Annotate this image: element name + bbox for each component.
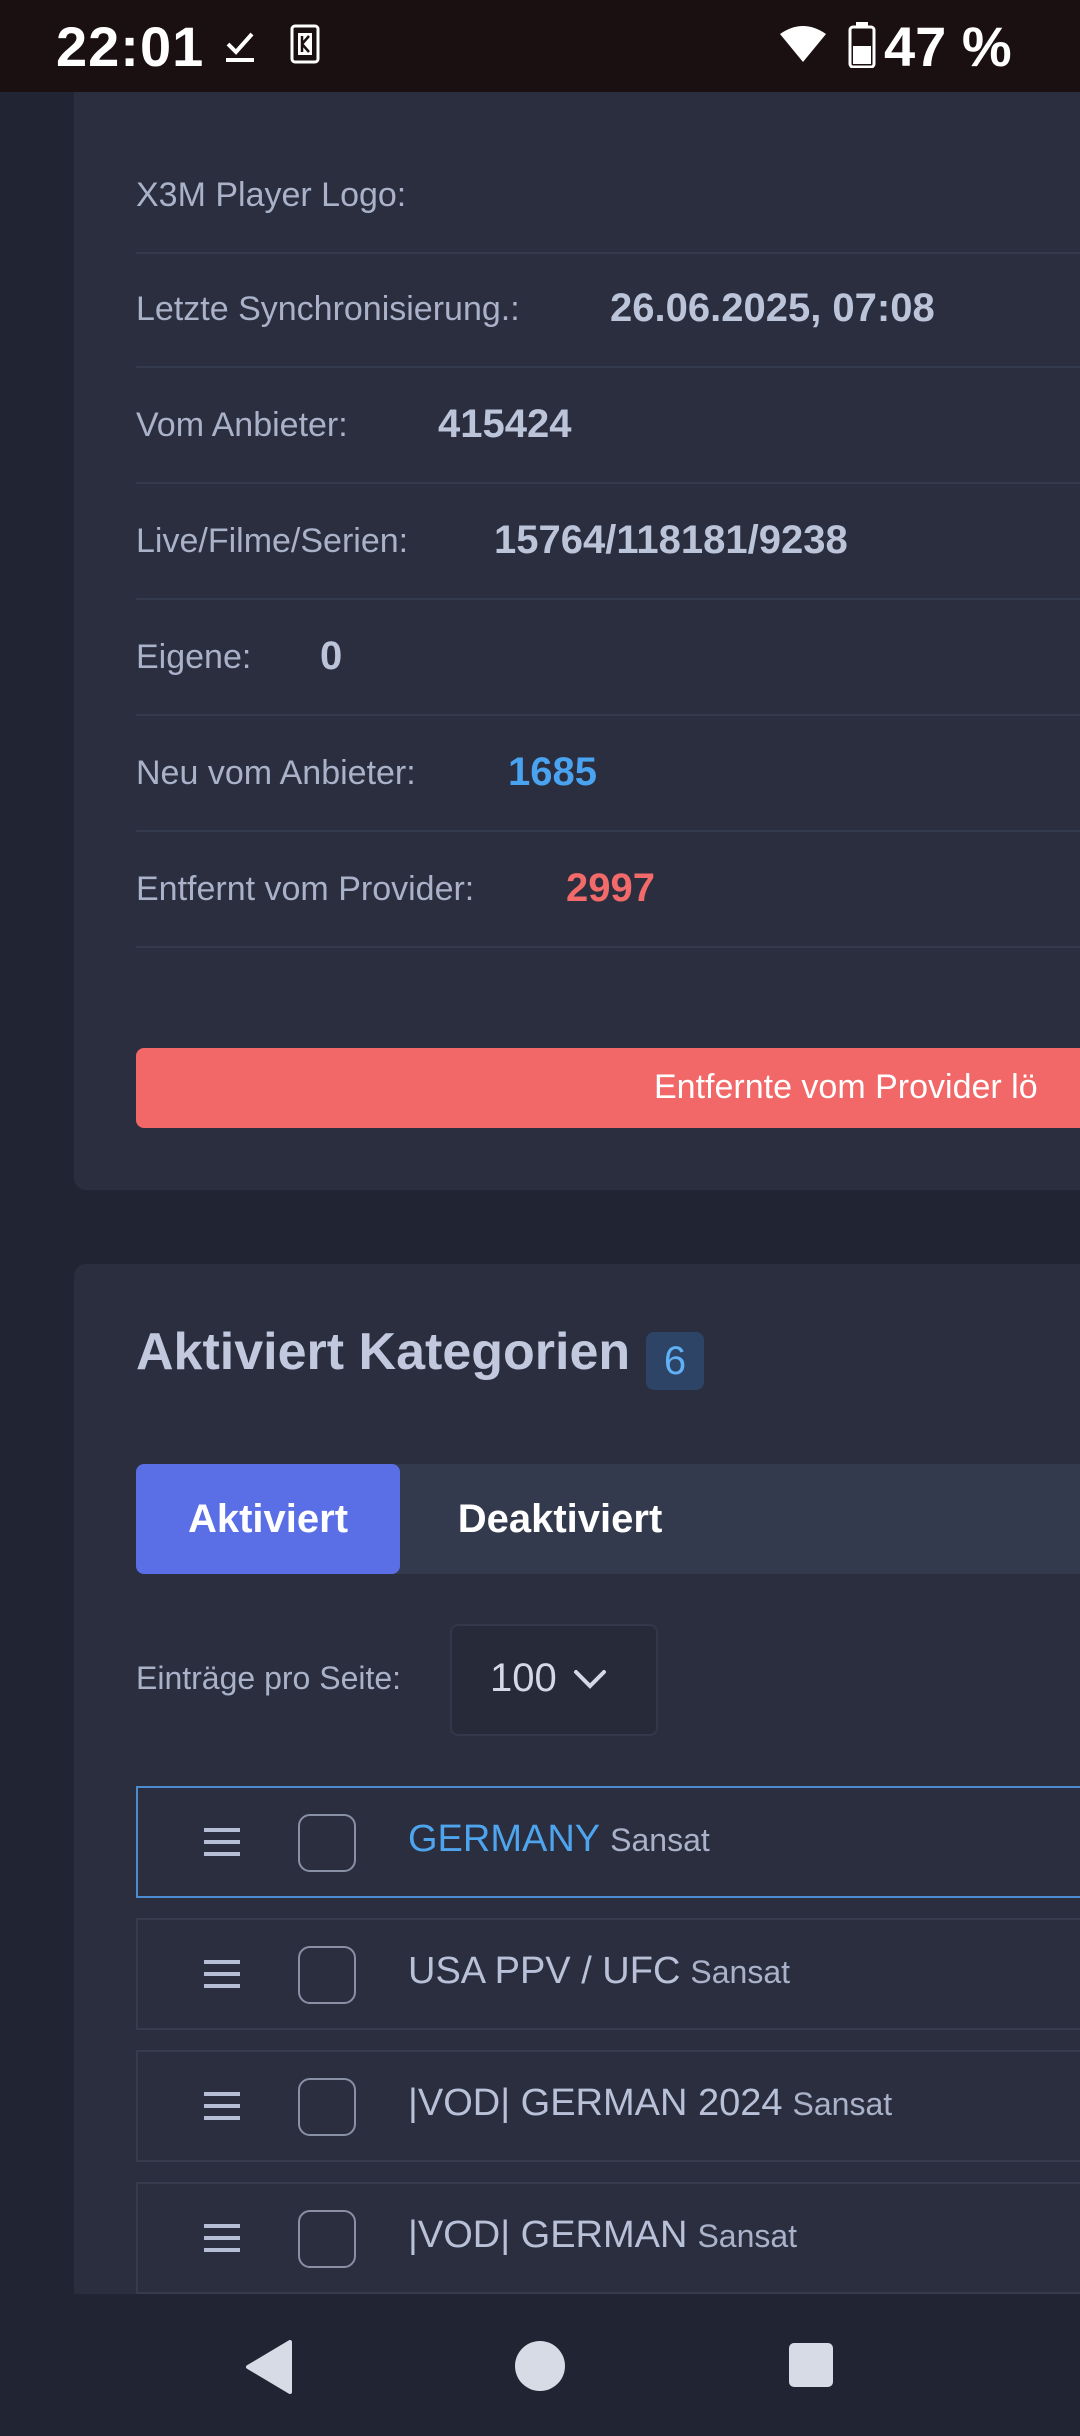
drag-handle-icon[interactable] <box>204 2088 240 2129</box>
category-checkbox[interactable] <box>298 1946 356 2004</box>
drag-handle-icon[interactable] <box>204 1956 240 1997</box>
home-icon[interactable] <box>514 2340 566 2397</box>
section-title: Aktiviert Kategorien <box>136 1323 631 1381</box>
info-row-last-sync: Letzte Synchronisierung.: 26.06.2025, 07… <box>136 252 1080 368</box>
back-icon[interactable] <box>244 2340 294 2399</box>
count-badge: 6 <box>646 1332 704 1390</box>
info-value: 2997 <box>566 866 655 910</box>
k-icon <box>290 24 320 69</box>
delete-removed-button[interactable]: Entfernte vom Provider lö <box>136 1048 1080 1128</box>
info-row-live-movies-series: Live/Filme/Serien: 15764/118181/9238 <box>136 484 1080 600</box>
svg-text:6: 6 <box>812 45 820 61</box>
category-provider: Sansat <box>792 2086 893 2122</box>
entries-per-page-label: Einträge pro Seite: <box>136 1660 402 1696</box>
info-label: Letzte Synchronisierung.: <box>136 290 520 328</box>
info-row-own: Eigene: 0 <box>136 600 1080 716</box>
category-tabs: Aktiviert Deaktiviert <box>136 1464 1080 1574</box>
info-value: 26.06.2025, 07:08 <box>610 286 935 330</box>
category-name: USA PPV / UFC Sansat <box>408 1950 791 1992</box>
tab-deactivated[interactable]: Deaktiviert <box>400 1464 720 1574</box>
category-name: |VOD| GERMAN Sansat <box>408 2214 798 2256</box>
info-row-logo: X3M Player Logo: <box>136 138 1080 254</box>
entries-per-page-select[interactable]: 100 <box>450 1624 658 1736</box>
recent-apps-icon[interactable] <box>788 2342 834 2393</box>
battery-icon <box>848 22 876 73</box>
drag-handle-icon[interactable] <box>204 1824 240 1865</box>
delete-removed-button-label: Entfernte vom Provider lö <box>654 1068 1038 1106</box>
info-row-provider: Vom Anbieter: 415424 <box>136 368 1080 484</box>
info-row-new-from-provider: Neu vom Anbieter: 1685 <box>136 716 1080 832</box>
category-provider: Sansat <box>610 1822 710 1858</box>
info-value: 0 <box>320 634 343 678</box>
category-checkbox[interactable] <box>298 1814 356 1872</box>
download-done-icon <box>220 26 260 71</box>
wifi-icon: 6 <box>778 24 828 69</box>
info-label: Vom Anbieter: <box>136 406 348 444</box>
info-label: Entfernt vom Provider: <box>136 870 475 908</box>
info-label: Eigene: <box>136 638 252 676</box>
battery-percent: 47 % <box>884 15 1012 78</box>
info-label: X3M Player Logo: <box>136 176 407 214</box>
category-provider: Sansat <box>697 2218 798 2254</box>
category-row[interactable]: |VOD| GERMAN Sansat <box>136 2182 1080 2294</box>
category-name: GERMANY Sansat <box>408 1818 710 1860</box>
tab-activated[interactable]: Aktiviert <box>136 1464 400 1574</box>
info-value: 415424 <box>438 402 572 446</box>
categories-card: Aktiviert Kategorien 6 Aktiviert Deaktiv… <box>74 1264 1080 2294</box>
status-bar: 22:01 6 47 % <box>0 0 1080 92</box>
info-row-removed-by-provider: Entfernt vom Provider: 2997 <box>136 832 1080 948</box>
category-provider: Sansat <box>690 1954 791 1990</box>
category-name: |VOD| GERMAN 2024 Sansat <box>408 2082 893 2124</box>
chevron-down-icon <box>572 1664 608 1699</box>
sync-info-card: X3M Player Logo: Letzte Synchronisierung… <box>74 92 1080 1190</box>
category-row[interactable]: GERMANY Sansat <box>136 1786 1080 1898</box>
info-label: Neu vom Anbieter: <box>136 754 416 792</box>
category-row[interactable]: USA PPV / UFC Sansat <box>136 1918 1080 2030</box>
info-value: 15764/118181/9238 <box>494 518 848 562</box>
category-checkbox[interactable] <box>298 2078 356 2136</box>
status-time: 22:01 <box>56 15 205 78</box>
info-label: Live/Filme/Serien: <box>136 522 409 560</box>
info-value: 1685 <box>508 750 597 794</box>
category-row[interactable]: |VOD| GERMAN 2024 Sansat <box>136 2050 1080 2162</box>
drag-handle-icon[interactable] <box>204 2220 240 2261</box>
category-checkbox[interactable] <box>298 2210 356 2268</box>
entries-per-page-value: 100 <box>490 1656 557 1700</box>
system-nav-bar <box>0 2294 1080 2436</box>
